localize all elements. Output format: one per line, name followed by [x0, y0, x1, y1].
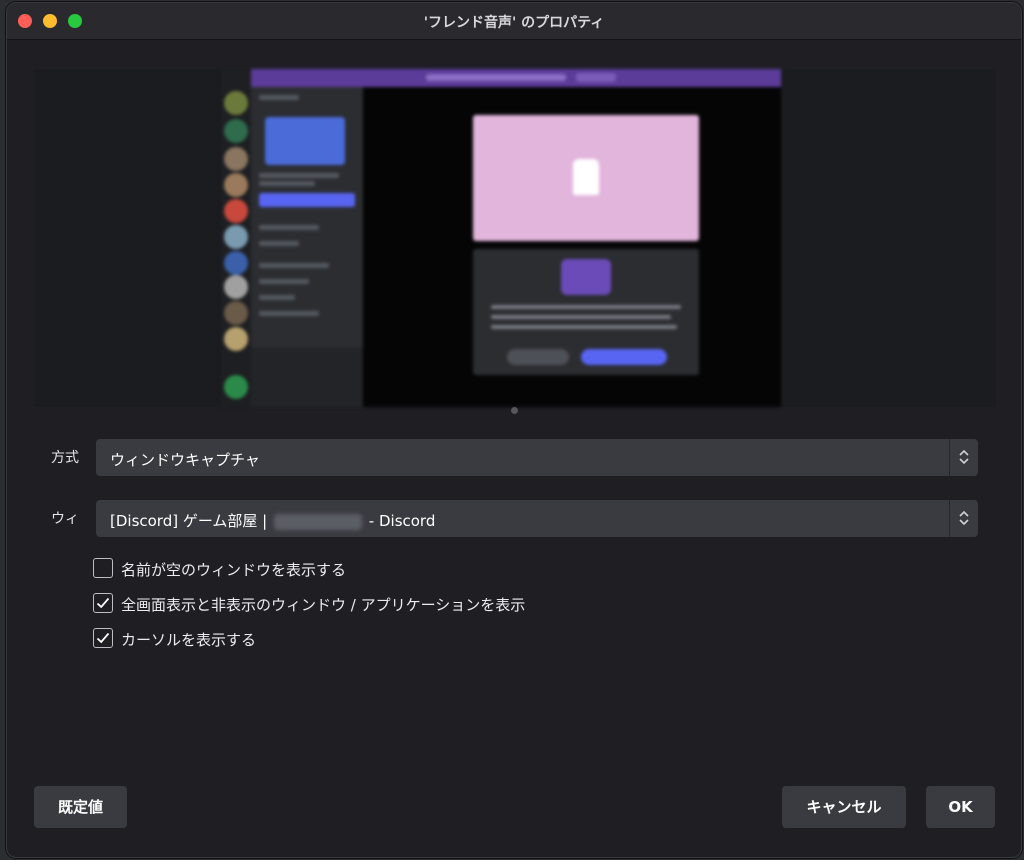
show-cursor-checkbox[interactable] [93, 628, 113, 648]
window-select-prefix: [Discord] ゲーム部屋 | [110, 512, 268, 530]
preview-main-area [363, 87, 781, 407]
checkbox-label: 名前が空のウィンドウを表示する [121, 561, 347, 579]
window-select[interactable]: [Discord] ゲーム部屋 | - Discord [96, 500, 978, 537]
preview-resize-handle[interactable] [511, 407, 518, 414]
show-empty-name-windows-checkbox[interactable] [93, 558, 113, 578]
chevron-updown-icon [959, 510, 969, 526]
method-select[interactable]: ウィンドウキャプチャ [96, 439, 978, 476]
preview-channel-list [251, 87, 363, 407]
checkmark-icon [96, 597, 110, 609]
capture-preview [34, 69, 996, 407]
window-label: ウィ [51, 511, 79, 527]
checkbox-label: 全画面表示と非表示のウィンドウ / アプリケーションを表示 [121, 596, 526, 614]
title-bar: 'フレンド音声' のプロパティ [7, 3, 1021, 40]
defaults-button[interactable]: 既定値 [34, 786, 127, 828]
select-divider [949, 439, 950, 476]
preview-image [221, 69, 781, 407]
properties-window: 'フレンド音声' のプロパティ 方式 ウィンドウキャプチャ ウィ [Discor… [6, 2, 1022, 858]
method-select-value: ウィンドウキャプチャ [110, 451, 260, 469]
window-title: 'フレンド音声' のプロパティ [423, 15, 605, 31]
cancel-button[interactable]: キャンセル [782, 786, 906, 828]
preview-server-list [221, 69, 251, 407]
select-divider [949, 500, 950, 537]
checkmark-icon [96, 632, 110, 644]
checkbox-label: カーソルを表示する [121, 631, 257, 649]
preview-top-bar [251, 69, 781, 87]
show-fullscreen-hidden-windows-checkbox[interactable] [93, 593, 113, 613]
chevron-updown-icon [959, 449, 969, 465]
redacted-text [274, 513, 363, 530]
method-label: 方式 [51, 450, 79, 466]
ok-button[interactable]: OK [926, 786, 995, 828]
window-select-value: [Discord] ゲーム部屋 | - Discord [110, 510, 435, 531]
window-select-suffix: - Discord [368, 512, 436, 530]
